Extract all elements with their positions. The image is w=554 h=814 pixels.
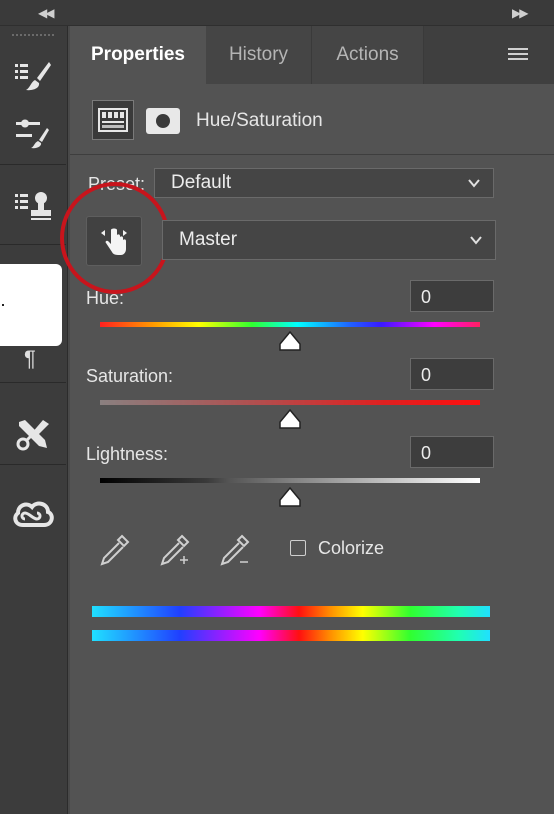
chevron-down-icon <box>470 236 482 245</box>
double-chevron-right-icon[interactable]: ▶▶ <box>512 6 529 20</box>
separator <box>0 244 66 245</box>
wrench-screwdriver-icon <box>16 420 49 451</box>
photoshop-workspace: ◀◀ ▶▶ ¶ Properties History Actions Hue/S… <box>0 0 554 814</box>
lightness-slider-thumb[interactable] <box>278 486 302 508</box>
grid-adjustment-icon <box>98 108 128 132</box>
tab-history[interactable]: History <box>206 26 312 84</box>
channel-value: Master <box>179 229 238 250</box>
hamburger-menu-icon[interactable] <box>508 48 528 62</box>
channel-dropdown[interactable]: Master <box>162 220 496 260</box>
eyedropper-icon[interactable] <box>96 532 132 568</box>
paragraph-icon[interactable]: ¶ <box>24 346 36 372</box>
separator <box>0 164 66 165</box>
preset-value: Default <box>171 172 232 193</box>
colorize-label: Colorize <box>318 538 385 558</box>
double-chevron-left-icon[interactable]: ◀◀ <box>38 6 55 20</box>
lightness-slider-track[interactable] <box>100 478 480 483</box>
separator <box>0 464 66 465</box>
hand-pointer-icon <box>101 228 127 255</box>
grip-handle[interactable] <box>12 34 54 37</box>
hue-input[interactable]: 0 <box>410 280 494 312</box>
preset-dropdown[interactable]: Default <box>154 168 494 198</box>
hue-label: Hue: <box>86 288 125 308</box>
clone-source-tool[interactable] <box>0 176 66 236</box>
brush-sliders-icon <box>16 119 49 149</box>
saturation-input[interactable]: 0 <box>410 358 494 390</box>
tab-properties[interactable]: Properties <box>70 26 206 84</box>
properties-panel: Properties History Actions Hue/Saturatio… <box>60 26 554 814</box>
brush-list-icon <box>15 62 51 91</box>
eyedropper-add-icon[interactable] <box>156 532 192 568</box>
brush-presets-tool[interactable] <box>0 46 66 106</box>
lightness-input[interactable]: 0 <box>410 436 494 468</box>
input-spectrum-bar <box>92 606 490 617</box>
stamp-list-icon <box>15 192 51 220</box>
output-spectrum-bar <box>92 630 490 641</box>
lightness-label: Lightness: <box>86 444 169 464</box>
saturation-slider-thumb[interactable] <box>278 408 302 430</box>
collapsed-panel-card[interactable] <box>0 264 62 346</box>
creative-cloud-tool[interactable] <box>0 484 66 544</box>
adjustment-title: Hue/Saturation <box>196 110 323 131</box>
hue-slider-thumb[interactable] <box>278 330 302 352</box>
layer-mask-icon[interactable] <box>146 108 180 134</box>
colorize-checkbox[interactable] <box>290 540 306 556</box>
targeted-adjustment-button[interactable] <box>86 216 142 266</box>
creative-cloud-icon <box>13 501 54 527</box>
divider <box>70 154 554 155</box>
panel-tabs: Properties History Actions <box>70 26 554 84</box>
saturation-label: Saturation: <box>86 366 174 386</box>
tools-tool[interactable] <box>0 404 66 464</box>
brush-settings-tool[interactable] <box>0 102 66 162</box>
preset-label: Preset: <box>88 174 146 194</box>
tool-strip <box>0 26 68 814</box>
eyedropper-subtract-icon[interactable] <box>216 532 252 568</box>
chevron-down-icon <box>468 179 480 188</box>
saturation-slider-track[interactable] <box>100 400 480 405</box>
panel-dock-header: ◀◀ ▶▶ <box>0 0 554 26</box>
hue-slider-track[interactable] <box>100 322 480 327</box>
adjustment-layer-icon[interactable] <box>92 100 134 140</box>
separator <box>0 382 66 383</box>
tab-actions[interactable]: Actions <box>312 26 424 84</box>
